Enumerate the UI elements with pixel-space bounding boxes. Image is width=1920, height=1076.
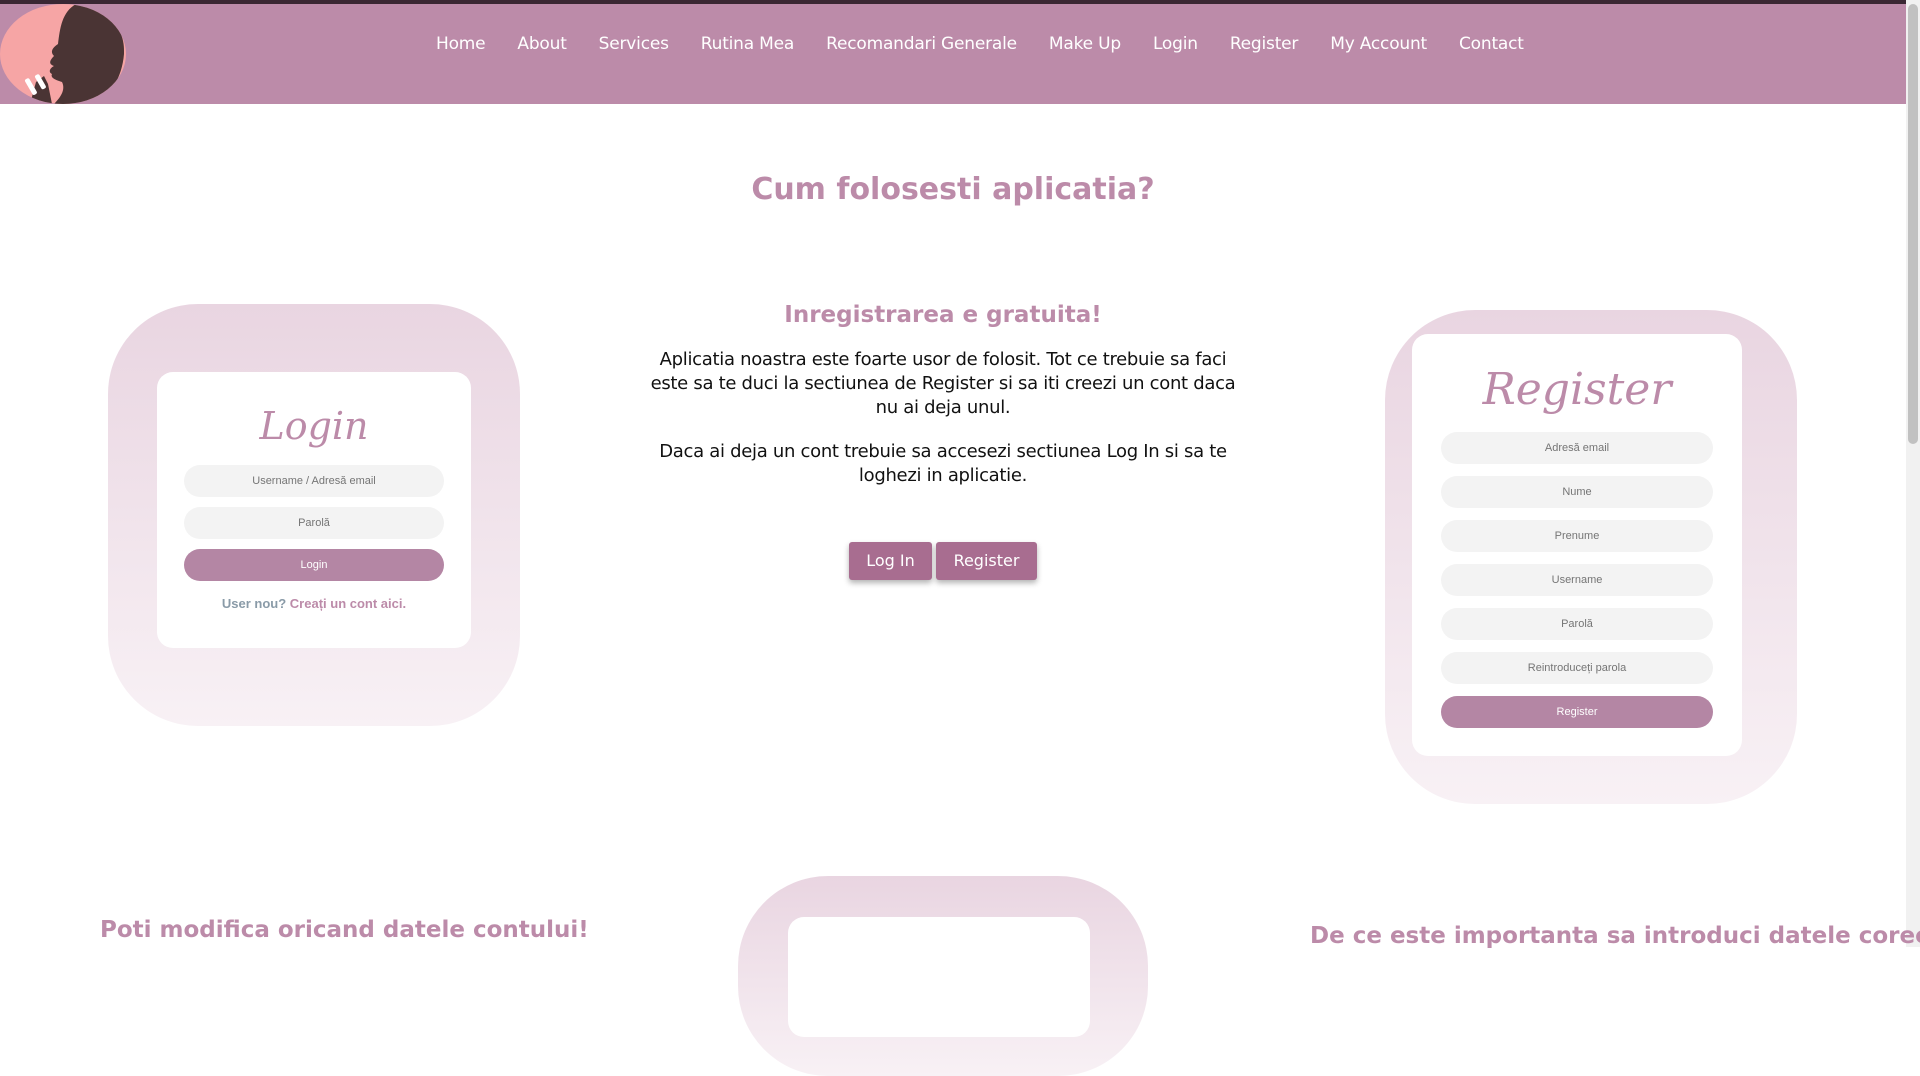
register-button[interactable]: Register	[936, 542, 1037, 580]
register-name-field[interactable]: Nume	[1441, 476, 1713, 508]
nav-item-register[interactable]: Register	[1230, 34, 1299, 54]
register-card: Register Adresă email Nume Prenume Usern…	[1385, 310, 1797, 804]
woman-silhouette-icon	[24, 4, 125, 104]
signup-prompt: User nou? Creați un cont aici.	[157, 596, 471, 611]
nav-item-make-up[interactable]: Make Up	[1049, 34, 1121, 54]
intro-section: Inregistrarea e gratuita! Aplicatia noas…	[648, 302, 1238, 508]
intro-paragraph-register: Aplicatia noastra este foarte usor de fo…	[650, 349, 1236, 418]
data-accuracy-title: De ce este importanta sa introduci datel…	[1310, 923, 1920, 949]
register-email-field[interactable]: Adresă email	[1441, 432, 1713, 464]
signup-question: User nou?	[221, 596, 287, 611]
register-firstname-field[interactable]: Prenume	[1441, 520, 1713, 552]
nav-item-contact[interactable]: Contact	[1459, 34, 1524, 54]
intro-subtitle: Inregistrarea e gratuita!	[784, 302, 1102, 328]
nav-item-recomandari-generale[interactable]: Recomandari Generale	[826, 34, 1017, 54]
login-username-field[interactable]: Username / Adresă email	[184, 465, 444, 497]
register-username-field[interactable]: Username	[1441, 564, 1713, 596]
main-nav: Home About Services Rutina Mea Recomanda…	[436, 34, 1556, 54]
login-card: Login Username / Adresă email Parolă Log…	[108, 304, 520, 726]
site-header: Home About Services Rutina Mea Recomanda…	[0, 4, 1906, 104]
register-repeat-password-field[interactable]: Reintroduceți parola	[1441, 652, 1713, 684]
register-password-field[interactable]: Parolă	[1441, 608, 1713, 640]
bottom-center-card-inner	[788, 917, 1090, 1037]
scrollbar-thumb[interactable]	[1908, 4, 1918, 444]
site-logo[interactable]	[0, 4, 126, 104]
account-edit-title: Poti modifica oricand datele contului!	[100, 917, 589, 943]
nav-item-home[interactable]: Home	[436, 34, 486, 54]
nav-item-rutina-mea[interactable]: Rutina Mea	[701, 34, 795, 54]
signup-link[interactable]: Creați un cont aici.	[290, 596, 406, 611]
page-scrollbar[interactable]	[1906, 0, 1920, 947]
cta-buttons: Log In Register	[849, 542, 1041, 580]
login-submit-button[interactable]: Login	[184, 549, 444, 581]
nav-item-my-account[interactable]: My Account	[1330, 34, 1427, 54]
login-form: Login Username / Adresă email Parolă Log…	[157, 372, 471, 648]
log-in-button[interactable]: Log In	[849, 542, 932, 580]
register-submit-button[interactable]: Register	[1441, 696, 1713, 728]
nav-item-about[interactable]: About	[517, 34, 566, 54]
register-title: Register	[1482, 364, 1672, 415]
bottom-center-card	[738, 876, 1148, 1076]
intro-paragraph-login: Daca ai deja un cont trebuie sa accesezi…	[659, 441, 1227, 486]
nav-item-services[interactable]: Services	[599, 34, 669, 54]
nav-item-login[interactable]: Login	[1153, 34, 1198, 54]
register-form: Register Adresă email Nume Prenume Usern…	[1412, 334, 1742, 756]
page-title: Cum folosesti aplicatia?	[751, 172, 1155, 207]
login-password-field[interactable]: Parolă	[184, 507, 444, 539]
login-title: Login	[259, 404, 369, 448]
